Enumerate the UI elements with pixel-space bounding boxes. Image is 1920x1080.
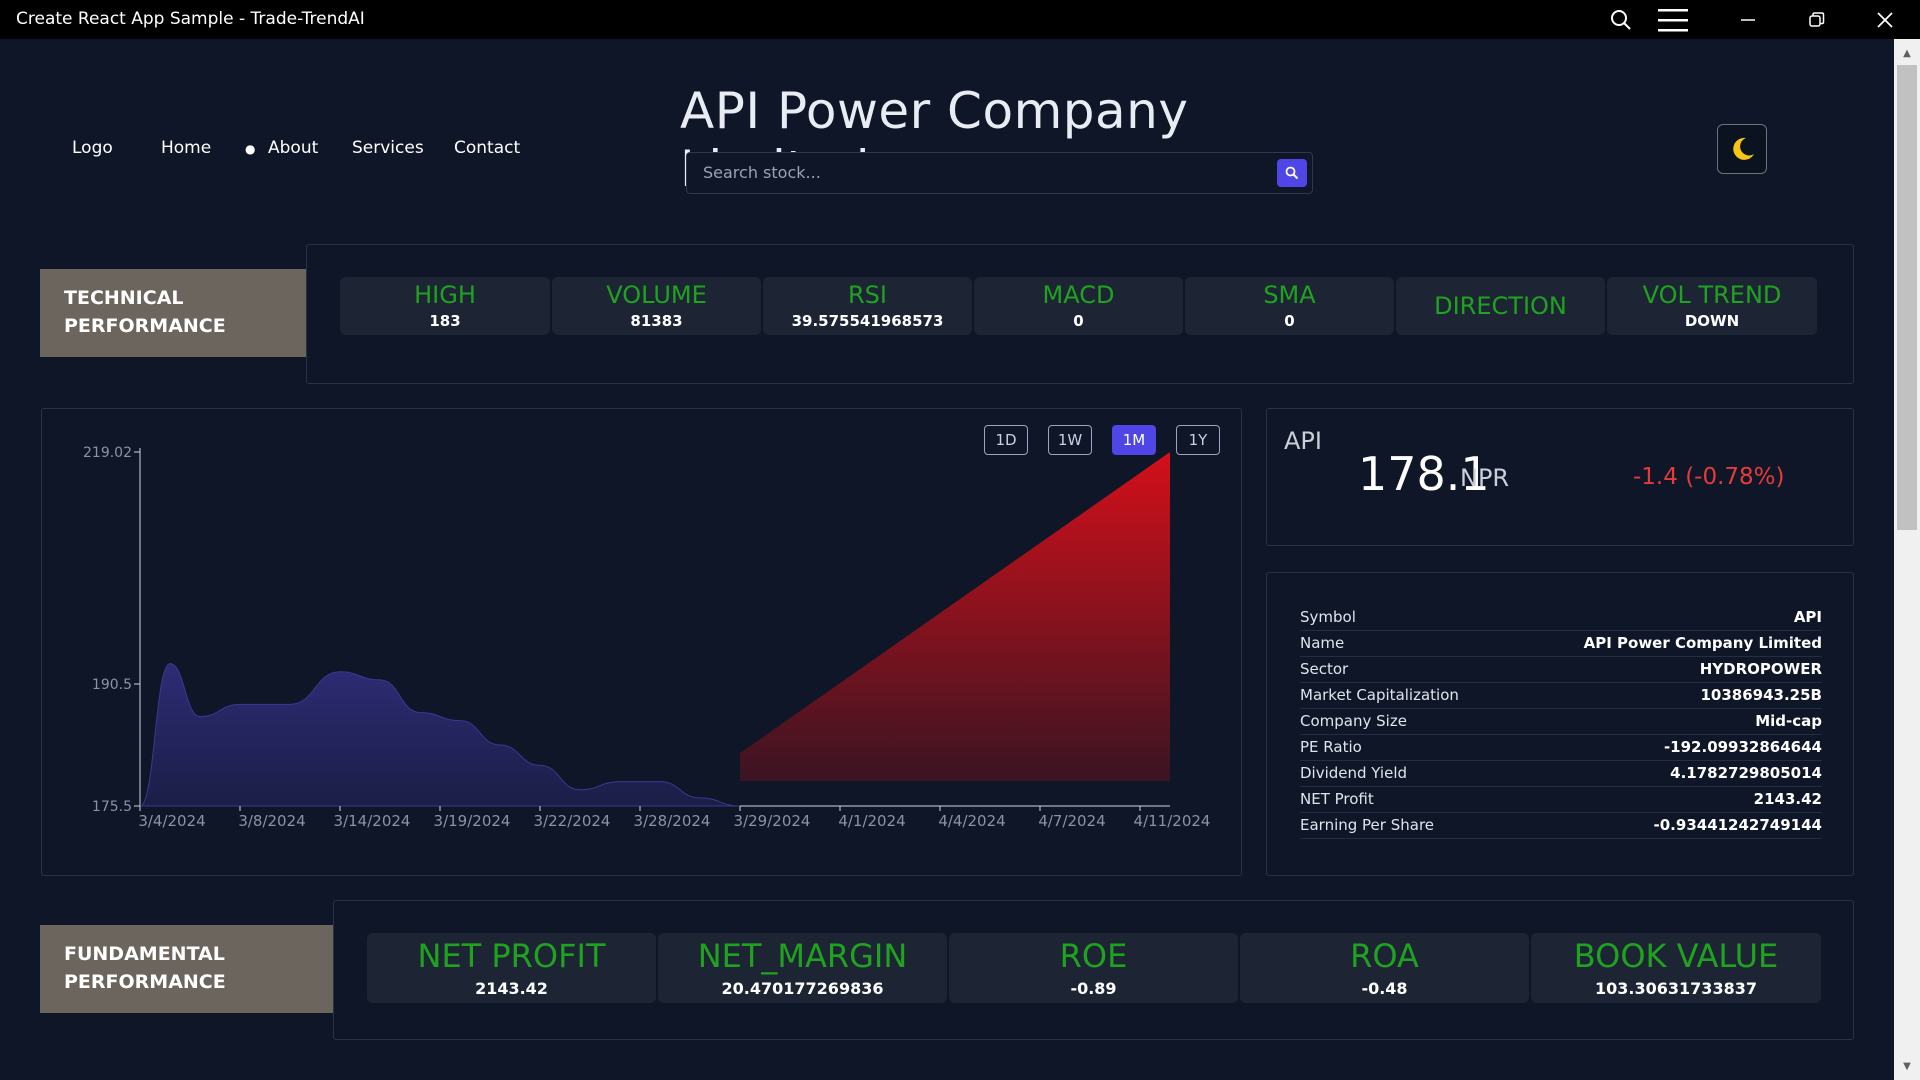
info-value: HYDROPOWER: [1699, 660, 1822, 678]
x-tick-label: 3/19/2024: [434, 812, 511, 830]
info-row: Company Size Mid-cap: [1300, 709, 1822, 735]
info-key: PE Ratio: [1300, 738, 1362, 756]
metric-label: ROA: [1350, 936, 1419, 975]
info-value: API Power Company Limited: [1583, 634, 1822, 652]
metric-value: 103.30631733837: [1595, 978, 1757, 998]
info-row: PE Ratio -192.09932864644: [1300, 735, 1822, 761]
info-row: Market Capitalization 10386943.25B: [1300, 683, 1822, 709]
x-tick-label: 4/4/2024: [938, 812, 1005, 830]
metric-value: -0.48: [1361, 978, 1408, 998]
info-row: Name API Power Company Limited: [1300, 631, 1822, 657]
fundamental-label-line1: FUNDAMENTAL: [64, 943, 225, 965]
x-tick-label: 3/22/2024: [534, 812, 611, 830]
metric-vol-trend: VOL TREND DOWN: [1607, 277, 1817, 335]
projection-price-area: [740, 452, 1170, 781]
fundamental-metrics: NET PROFIT 2143.42 NET_MARGIN 20.4701772…: [367, 933, 1823, 1003]
metric-value: -0.89: [1070, 978, 1117, 998]
metric-value: DOWN: [1684, 312, 1740, 330]
x-tick-label: 4/1/2024: [838, 812, 905, 830]
info-value: 4.1782729805014: [1670, 764, 1822, 782]
metric-direction: DIRECTION: [1396, 277, 1605, 335]
close-icon[interactable]: [1863, 0, 1907, 39]
y-tick-label: 219.02: [83, 445, 132, 461]
metric-label: SMA: [1263, 281, 1316, 309]
fundamental-label-line2: PERFORMANCE: [64, 971, 226, 993]
search-icon: [1285, 166, 1299, 180]
price-area-chart: 219.02 190.5 175.5 3/4/2024 3/8/2024 3/14/202…: [83, 445, 1211, 830]
metric-label: BOOK VALUE: [1573, 936, 1779, 975]
info-value: API: [1793, 608, 1822, 626]
metric-value: 2143.42: [475, 978, 548, 998]
x-tick-label: 4/7/2024: [1038, 812, 1105, 830]
metric-book-value: BOOK VALUE 103.30631733837: [1531, 933, 1821, 1003]
info-value: 10386943.25B: [1700, 686, 1822, 704]
quote-change: -1.4 (-0.78%): [1633, 464, 1785, 490]
info-row: Earning Per Share -0.93441242749144: [1300, 813, 1822, 839]
x-tick-label: 3/4/2024: [138, 812, 205, 830]
info-key: Name: [1300, 634, 1345, 652]
info-key: NET Profit: [1300, 790, 1374, 808]
metric-roe: ROE -0.89: [949, 933, 1238, 1003]
metric-net-margin: NET_MARGIN 20.470177269836: [658, 933, 947, 1003]
zoom-icon[interactable]: [1600, 0, 1642, 39]
info-key: Market Capitalization: [1300, 686, 1459, 704]
info-value: 2143.42: [1753, 790, 1822, 808]
info-key: Earning Per Share: [1300, 816, 1435, 834]
historical-price-area: [139, 663, 741, 807]
info-key: Sector: [1300, 660, 1349, 678]
info-value: -192.09932864644: [1663, 738, 1822, 756]
y-tick-label: 175.5: [92, 799, 132, 815]
menu-icon[interactable]: [1655, 0, 1691, 39]
x-tick-label: 3/28/2024: [634, 812, 711, 830]
metric-label: ROE: [1059, 936, 1128, 975]
vertical-scrollbar[interactable]: ▲ ▼: [1894, 39, 1920, 1080]
theme-toggle-button[interactable]: [1717, 124, 1767, 174]
search-button[interactable]: [1277, 159, 1307, 187]
metric-value: 20.470177269836: [721, 978, 884, 998]
company-info-table: Symbol API Name API Power Company Limited …: [1300, 605, 1822, 839]
info-row: Symbol API: [1300, 605, 1822, 631]
metric-label: NET_MARGIN: [697, 936, 908, 975]
metric-roa: ROA -0.48: [1240, 933, 1529, 1003]
info-row: Sector HYDROPOWER: [1300, 657, 1822, 683]
y-tick-label: 190.5: [92, 677, 132, 693]
info-row: NET Profit 2143.42: [1300, 787, 1822, 813]
scroll-up-icon[interactable]: ▲: [1894, 43, 1920, 63]
minimize-icon[interactable]: [1726, 0, 1770, 39]
info-key: Company Size: [1300, 712, 1407, 730]
info-value: Mid-cap: [1755, 712, 1822, 730]
fundamental-performance-label: FUNDAMENTAL PERFORMANCE: [40, 925, 333, 1013]
metric-label: VOL TREND: [1642, 281, 1782, 309]
x-tick-label: 3/14/2024: [334, 812, 411, 830]
x-tick-label: 3/8/2024: [238, 812, 305, 830]
scrollbar-thumb[interactable]: [1897, 65, 1917, 530]
scroll-down-icon[interactable]: ▼: [1894, 1056, 1920, 1076]
metric-label: NET PROFIT: [417, 936, 606, 975]
restore-icon[interactable]: [1795, 0, 1839, 39]
info-key: Symbol: [1300, 608, 1356, 626]
moon-icon: [1733, 137, 1754, 160]
metric-label: DIRECTION: [1434, 292, 1567, 320]
info-key: Dividend Yield: [1300, 764, 1408, 782]
x-tick-label: 3/29/2024: [734, 812, 811, 830]
metric-net-profit: NET PROFIT 2143.42: [367, 933, 656, 1003]
metric-value: 0: [1284, 312, 1295, 330]
quote-symbol: API: [1284, 427, 1322, 455]
info-value: -0.93441242749144: [1653, 816, 1822, 834]
info-row: Dividend Yield 4.1782729805014: [1300, 761, 1822, 787]
quote-currency: NPR: [1460, 464, 1510, 492]
x-tick-label: 4/11/2024: [1134, 812, 1211, 830]
